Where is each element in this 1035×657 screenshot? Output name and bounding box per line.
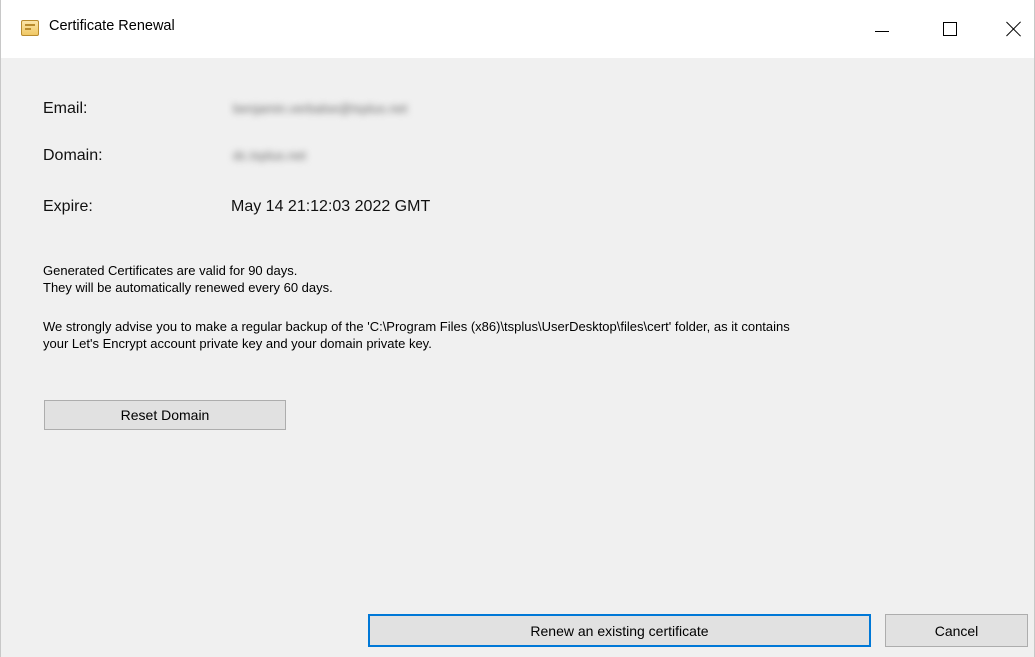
certificate-renewal-window: Certificate Renewal Email: benjamin.verb… <box>0 0 1035 657</box>
domain-value: dc.tsplus.net <box>233 148 306 163</box>
expire-value: May 14 21:12:03 2022 GMT <box>231 198 431 215</box>
email-value: benjamin.verbalse@tsplus.net <box>233 101 408 116</box>
backup-advice-line2: your Let's Encrypt account private key a… <box>43 336 432 351</box>
minimize-button[interactable] <box>859 0 905 58</box>
certificate-icon <box>21 20 39 36</box>
cancel-button[interactable]: Cancel <box>885 614 1028 647</box>
reset-domain-button[interactable]: Reset Domain <box>44 400 286 430</box>
title-bar[interactable]: Certificate Renewal <box>1 0 1034 58</box>
backup-advice-line1: We strongly advise you to make a regular… <box>43 319 790 334</box>
close-button[interactable] <box>991 0 1035 58</box>
minimize-icon <box>875 30 889 32</box>
maximize-button[interactable] <box>927 0 973 58</box>
close-icon <box>1006 21 1022 37</box>
expire-label: Expire: <box>43 198 93 215</box>
domain-label: Domain: <box>43 147 103 164</box>
validity-note: Generated Certificates are valid for 90 … <box>43 263 298 278</box>
maximize-icon <box>943 22 957 36</box>
email-label: Email: <box>43 100 88 117</box>
renew-certificate-button[interactable]: Renew an existing certificate <box>368 614 871 647</box>
renewal-note: They will be automatically renewed every… <box>43 280 333 295</box>
window-title: Certificate Renewal <box>49 18 175 34</box>
